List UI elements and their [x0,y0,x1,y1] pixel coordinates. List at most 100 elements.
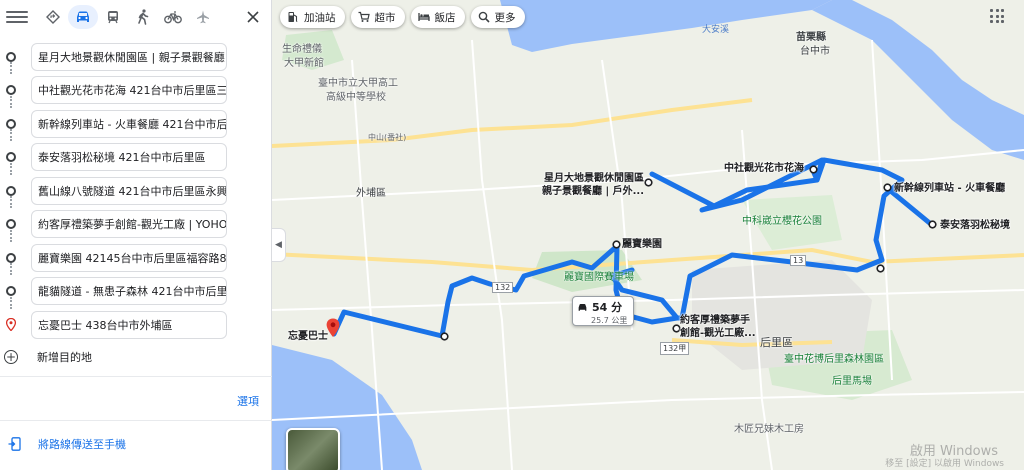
park-label: 后里馬場 [832,376,872,387]
add-destination-label: 新增目的地 [37,350,92,364]
road-shield: 132 [492,282,514,293]
waypoint-marker[interactable] [440,332,449,341]
travel-time: 54 分 [592,301,623,314]
destination-input[interactable]: 忘憂巴士 438台中市外埔區 [31,310,227,339]
waypoint-circle-icon[interactable] [6,51,16,62]
place-label-line: 約客厚禮築夢手 [680,315,750,326]
river-label: 大安溪 [702,25,730,35]
bike-icon[interactable] [158,5,188,29]
travel-mode-bar [0,0,271,34]
waypoint-marker[interactable] [612,240,621,249]
chip-supermarket[interactable]: 超市 [350,6,405,28]
waypoint-row: 舊山線八號隧道 421台中市后里區永興路2 [0,174,271,208]
waypoint-row: 約客厚禮築夢手創館-觀光工廠 | YOHOCRA [0,208,271,242]
apps-grid-icon[interactable] [990,9,1004,23]
collapse-panel-button[interactable]: ◀ [272,228,286,262]
waypoint-input[interactable]: 新幹線列車站 - 火車餐廳 421台中市后里區 [31,109,227,138]
waypoint-row: 星月大地景觀休閒園區 | 親子景觀餐廳 | 戶 [0,40,271,74]
waypoint-input[interactable]: 約客厚禮築夢手創館-觀光工廠 | YOHOCRA [31,210,227,239]
car-icon[interactable] [68,5,98,29]
hotel-icon [417,13,430,21]
map-label: 臺中市立大甲高工 [318,78,398,89]
waypoint-input[interactable]: 龍貓隧道 - 無患子森林 421台中市后里區 [31,277,227,306]
category-chips: 加油站 超市 飯店 更多 [280,6,525,28]
layers-toggle[interactable] [286,428,340,470]
place-label-line: 星月大地景觀休閒園區 [544,173,645,184]
chevron-left-icon: ◀ [275,240,282,250]
best-route-icon[interactable] [38,5,68,29]
waypoint-input[interactable]: 泰安落羽松秘境 421台中市后里區 [31,143,227,172]
transit-icon[interactable] [98,5,128,29]
dotted-connector [10,229,12,242]
waypoint-input[interactable]: 星月大地景觀休閒園區 | 親子景觀餐廳 | 戶 [31,42,227,71]
place-label-taian[interactable]: 泰安落羽松秘境 [940,219,1010,232]
chip-label: 加油站 [304,11,336,24]
waypoint-circle-icon[interactable] [6,85,16,96]
waypoint-circle-icon[interactable] [6,185,16,196]
place-label-line: 親子景觀餐廳 | 戶外... [542,186,645,197]
menu-icon[interactable] [6,6,28,28]
send-to-phone-label: 將路線傳送至手機 [38,438,126,451]
chip-hotel[interactable]: 飯店 [410,6,465,28]
place-label-line: 創館-觀光工廠... [680,328,756,339]
waypoint-input[interactable]: 中社觀光花市花海 421台中市后里區三豐 [31,76,227,105]
park-label: 中科崴立櫻花公園 [742,216,822,227]
close-icon[interactable] [241,5,265,29]
county-label: 苗栗縣 [796,32,826,43]
waypoint-marker[interactable] [928,220,937,229]
waypoint-input[interactable]: 麗寶樂園 42145台中市后里區福容路8號 [31,243,227,272]
send-to-phone-icon [8,437,21,451]
place-label-zhongshe[interactable]: 中社觀光花市花海 [724,162,804,175]
dotted-connector [10,263,12,275]
map-label: 中山(番社) [368,133,407,142]
park-label: 臺中花博后里森林園區 [784,354,884,365]
waypoint-input[interactable]: 舊山線八號隧道 421台中市后里區永興路2 [31,176,227,205]
add-destination-button[interactable]: + 新增目的地 [0,342,271,372]
waypoint-circle-icon[interactable] [6,152,16,163]
place-label-xingyue[interactable]: 星月大地景觀休閒園區 親子景觀餐廳 | 戶外... [542,172,644,198]
map-label: 生命禮儀 [282,44,322,55]
place-label-wangyou[interactable]: 忘憂巴士 [288,330,328,343]
waypoint-row: 新幹線列車站 - 火車餐廳 421台中市后里區 [0,107,271,141]
options-button[interactable]: 選項 [237,393,259,409]
district-label: 外埔區 [356,188,386,199]
park-label: 麗寶國際賽車場 [564,272,634,283]
county-label: 台中市 [800,46,830,57]
waypoint-marker[interactable] [809,165,818,174]
dotted-connector [10,62,12,74]
activation-watermark-sub: 移至 [設定] 以啟用 Windows [885,459,1004,469]
travel-time-callout[interactable]: 54 分 25.7 公里 [572,296,634,326]
district-label: 后里區 [760,336,793,349]
waypoint-marker[interactable] [644,178,653,187]
search-icon [478,11,490,23]
waypoint-marker[interactable] [876,264,885,273]
flight-icon[interactable] [188,5,218,29]
place-label-shinkansen[interactable]: 新幹線列車站 - 火車餐廳 [894,182,1005,195]
dotted-connector [10,129,12,141]
chip-gas-station[interactable]: 加油站 [280,6,345,28]
waypoint-circle-icon[interactable] [6,252,16,263]
chip-label: 更多 [494,11,516,24]
travel-distance: 25.7 公里 [591,316,628,325]
map-label: 大甲新館 [284,58,324,69]
waypoint-marker[interactable] [883,183,892,192]
place-label-lihpao[interactable]: 麗寶樂園 [622,238,662,251]
dotted-connector [10,162,12,175]
map-canvas[interactable]: 加油站 超市 飯店 更多 ◀ 生命禮儀 大甲新館 臺中市立大甲高工 高級中等學校… [272,0,1024,470]
chip-more[interactable]: 更多 [470,6,525,28]
add-icon: + [4,349,18,364]
send-to-phone-button[interactable]: 將路線傳送至手機 [0,430,272,458]
waypoint-row: 中社觀光花市花海 421台中市后里區三豐 [0,74,271,108]
waypoint-row: 麗寶樂園 42145台中市后里區福容路8號 [0,241,271,275]
walk-icon[interactable] [128,5,158,29]
waypoint-circle-icon[interactable] [6,118,16,129]
destination-pin-icon [6,318,16,332]
destination-marker-icon[interactable] [326,318,340,338]
place-label-yohocraft[interactable]: 約客厚禮築夢手 創館-觀光工廠... [680,314,756,340]
gas-station-icon [288,12,298,22]
chip-label: 超市 [374,11,396,24]
waypoint-list: 星月大地景觀休閒園區 | 親子景觀餐廳 | 戶 中社觀光花市花海 421台中市后… [0,34,271,372]
waypoint-circle-icon[interactable] [6,219,16,230]
waypoint-circle-icon[interactable] [6,286,16,297]
divider [0,420,272,421]
